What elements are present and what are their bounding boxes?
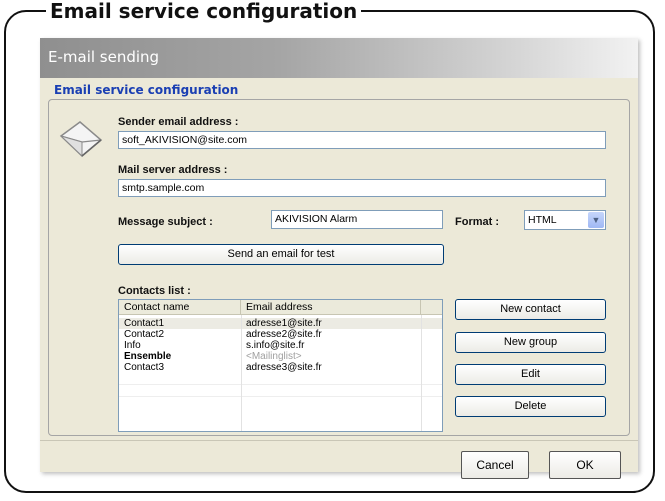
- contacts-label: Contacts list :: [118, 285, 191, 297]
- column-divider: [421, 315, 422, 431]
- chevron-down-icon[interactable]: ▼: [588, 212, 604, 228]
- sender-email-field[interactable]: soft_AKIVISION@site.com: [118, 131, 606, 149]
- table-row[interactable]: Contact2 adresse2@site.fr: [119, 329, 442, 340]
- column-header-extra: [421, 300, 442, 315]
- dialog-title: E-mail sending: [48, 48, 160, 66]
- edit-button[interactable]: Edit: [455, 364, 606, 385]
- contact-email: s.info@site.fr: [246, 340, 305, 351]
- new-contact-button[interactable]: New contact: [455, 299, 606, 320]
- contact-name: Info: [124, 340, 141, 351]
- contact-email: adresse1@site.fr: [246, 318, 322, 329]
- column-divider: [241, 315, 242, 431]
- contact-name: Contact3: [124, 362, 165, 373]
- group-name: Ensemble: [124, 351, 172, 362]
- envelope-icon: [59, 121, 103, 158]
- subject-label: Message subject :: [118, 216, 213, 228]
- format-value: HTML: [528, 214, 557, 226]
- new-group-button[interactable]: New group: [455, 332, 606, 353]
- contact-name: Contact2: [124, 329, 165, 340]
- footer-divider: [40, 440, 638, 441]
- mail-server-field[interactable]: smtp.sample.com: [118, 179, 606, 197]
- group-legend: Email service configuration: [52, 83, 241, 97]
- cancel-button[interactable]: Cancel: [461, 451, 529, 479]
- table-row[interactable]: Info s.info@site.fr: [119, 340, 442, 351]
- server-label: Mail server address :: [118, 164, 228, 176]
- row-divider: [119, 396, 442, 397]
- column-header-name[interactable]: Contact name: [119, 300, 241, 315]
- column-header-email[interactable]: Email address: [241, 300, 421, 315]
- sender-label: Sender email address :: [118, 116, 239, 128]
- ok-button[interactable]: OK: [549, 451, 621, 479]
- row-divider: [119, 384, 442, 385]
- table-row[interactable]: Contact3 adresse3@site.fr: [119, 362, 442, 373]
- send-test-email-button[interactable]: Send an email for test: [118, 244, 444, 265]
- table-row[interactable]: Ensemble <Mailinglist>: [119, 351, 442, 362]
- outer-title: Email service configuration: [46, 1, 362, 30]
- delete-button[interactable]: Delete: [455, 396, 606, 417]
- contact-email: adresse2@site.fr: [246, 329, 322, 340]
- format-select[interactable]: HTML ▼: [524, 210, 606, 230]
- table-row[interactable]: Contact1 adresse1@site.fr: [119, 318, 442, 329]
- contact-email: adresse3@site.fr: [246, 362, 322, 373]
- subject-field[interactable]: AKIVISION Alarm: [271, 210, 443, 229]
- email-dialog: E-mail sending Email service configurati…: [40, 38, 638, 479]
- contact-name: Contact1: [124, 318, 165, 329]
- dialog-header: E-mail sending: [40, 38, 638, 78]
- contacts-table[interactable]: Contact name Email address Contact1 adre…: [118, 299, 443, 432]
- format-label: Format :: [455, 216, 499, 228]
- contact-email: <Mailinglist>: [246, 351, 302, 362]
